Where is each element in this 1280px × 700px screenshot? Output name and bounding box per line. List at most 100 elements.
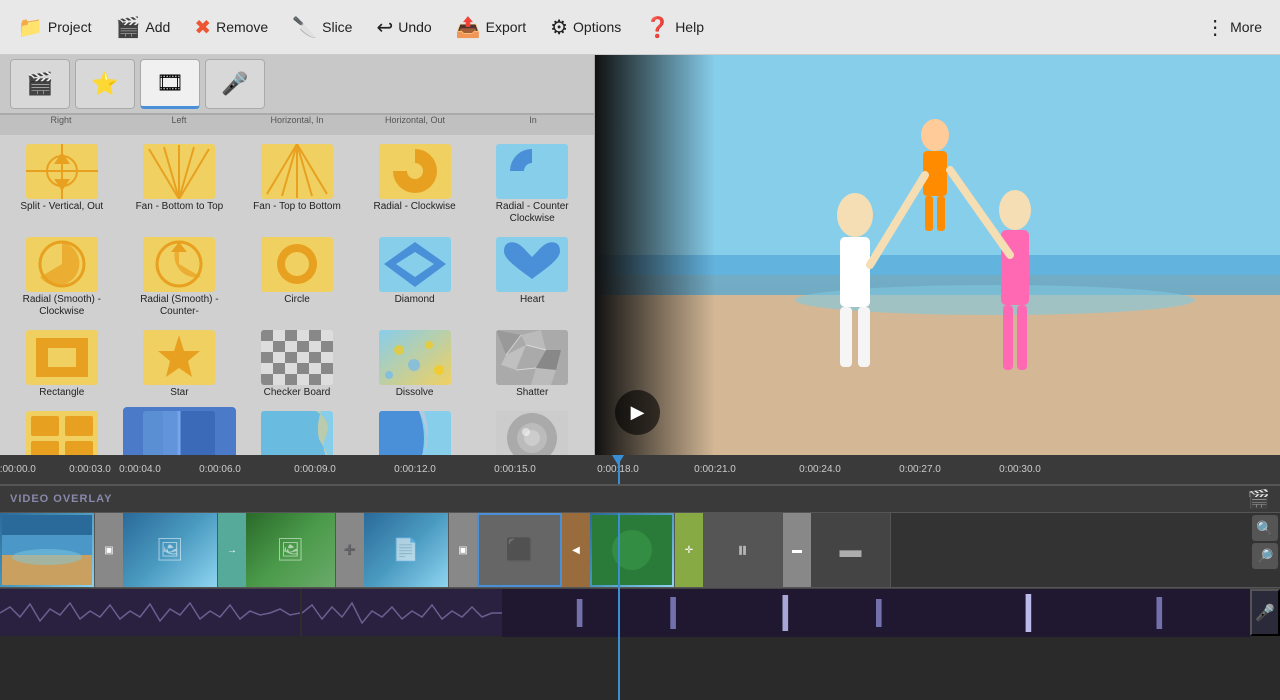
cat-left: Left xyxy=(120,115,238,135)
cat-h-out: Horizontal, Out xyxy=(356,115,474,135)
clip-3[interactable]: 🖼 xyxy=(246,513,336,587)
transition-split-vertical-out[interactable]: Split - Vertical, Out xyxy=(5,140,119,229)
transition-1[interactable]: ▣ xyxy=(95,513,123,587)
transition-circle[interactable]: Circle xyxy=(240,233,354,322)
overlay-icon: 🎬 xyxy=(1248,489,1270,510)
time-mark-21: 0:00:21.0 xyxy=(694,464,736,475)
time-mark-0: 0:00:00.0 xyxy=(0,464,36,475)
clip-1[interactable] xyxy=(0,513,95,587)
transition-star[interactable]: Star xyxy=(123,326,237,403)
transition-fan-bottom-top-label: Fan - Bottom to Top xyxy=(136,201,224,213)
transition-fan-top-bottom[interactable]: Fan - Top to Bottom xyxy=(240,140,354,229)
transition-radial-smooth-cw-label: Radial (Smooth) - Clockwise xyxy=(7,294,117,318)
transition-shatter[interactable]: Shatter xyxy=(475,326,589,403)
transition-dissolve[interactable]: Dissolve xyxy=(358,326,472,403)
help-label: Help xyxy=(675,19,704,35)
transition-circle-label: Circle xyxy=(284,294,310,306)
slice-button[interactable]: 🔪 Slice xyxy=(282,9,362,46)
add-button[interactable]: 🎬 Add xyxy=(105,9,180,46)
time-mark-4: 0:00:04.0 xyxy=(119,464,161,475)
overlay-label: VIDEO OVERLAY xyxy=(10,493,112,505)
transition-4[interactable]: ▣ xyxy=(449,513,477,587)
transition-split-vertical-out-label: Split - Vertical, Out xyxy=(20,201,103,213)
time-cursor-marker[interactable] xyxy=(618,455,620,484)
time-mark-27: 0:00:27.0 xyxy=(899,464,941,475)
main-video-track: ▣ 🖼 → 🖼 ➕ 📄 ▣ ⬛ ◀ xyxy=(0,513,1280,588)
slice-label: Slice xyxy=(322,19,352,35)
audio-mic-button[interactable]: 🎤 xyxy=(1250,589,1280,636)
transition-radial-smooth-cw[interactable]: Radial (Smooth) - Clockwise xyxy=(5,233,119,322)
audio-waveform-right xyxy=(502,589,1250,636)
clip-4[interactable]: 📄 xyxy=(364,513,449,587)
slice-icon: 🔪 xyxy=(292,15,317,40)
preview-canvas: ▶ xyxy=(595,55,1280,455)
left-panel: 🎬 ⭐ 🎞 🎤 Right Left Horizontal, In Horizo… xyxy=(0,55,595,455)
transition-roll[interactable]: Roll xyxy=(358,407,472,455)
transition-dissolve-label: Dissolve xyxy=(396,387,434,399)
more-button[interactable]: ⋮ More xyxy=(1195,9,1272,46)
video-overlay-bar: VIDEO OVERLAY 🎬 xyxy=(0,485,1280,513)
time-mark-30: 0:00:30.0 xyxy=(999,464,1041,475)
help-button[interactable]: ❓ Help xyxy=(635,9,714,46)
time-mark-24: 0:00:24.0 xyxy=(799,464,841,475)
transition-7[interactable]: ▬ xyxy=(783,513,811,587)
add-icon: 🎬 xyxy=(115,15,140,40)
time-ruler: 0:00:00.0 0:00:03.0 0:00:04.0 0:00:06.0 … xyxy=(0,455,1280,485)
transition-radial-counter[interactable]: Radial - Counter Clockwise xyxy=(475,140,589,229)
zoom-in-btn[interactable]: 🔍 xyxy=(1252,515,1278,541)
tab-effects[interactable]: 🎬 xyxy=(10,59,70,109)
transition-rectangle[interactable]: Rectangle xyxy=(5,326,119,403)
options-button[interactable]: ⚙ Options xyxy=(540,9,631,46)
time-mark-3: 0:00:03.0 xyxy=(69,464,111,475)
transition-5[interactable]: ◀ xyxy=(562,513,590,587)
track-container: ▣ 🖼 → 🖼 ➕ 📄 ▣ ⬛ ◀ xyxy=(0,513,1280,700)
export-button[interactable]: 📤 Export xyxy=(446,9,536,46)
time-mark-15: 0:00:15.0 xyxy=(494,464,536,475)
zoom-out-btn[interactable]: 🔎 xyxy=(1252,543,1278,569)
transition-star-label: Star xyxy=(170,387,188,399)
clip-7[interactable]: ⏸ xyxy=(703,513,783,587)
play-button[interactable]: ▶ xyxy=(615,390,660,435)
transition-page-curl[interactable]: Page Curl xyxy=(240,407,354,455)
tab-transitions[interactable]: 🎞 xyxy=(140,59,200,109)
timeline-tools: 🔍 🔎 xyxy=(1250,513,1280,571)
preview-panel: ▶ xyxy=(595,55,1280,455)
transition-fan-bottom-top[interactable]: Fan - Bottom to Top xyxy=(123,140,237,229)
transition-checker-board[interactable]: Checker Board xyxy=(240,326,354,403)
tab-audio[interactable]: 🎤 xyxy=(205,59,265,109)
undo-icon: ↩ xyxy=(376,15,393,40)
transition-heart[interactable]: Heart xyxy=(475,233,589,322)
add-label: Add xyxy=(145,19,170,35)
transition-radial-clockwise[interactable]: Radial - Clockwise xyxy=(358,140,472,229)
remove-button[interactable]: ✖ Remove xyxy=(184,9,278,46)
transition-2[interactable]: → xyxy=(218,513,246,587)
export-icon: 📤 xyxy=(456,15,481,40)
clip-5[interactable]: ⬛ xyxy=(477,513,562,587)
help-icon: ❓ xyxy=(645,15,670,40)
transition-squares[interactable]: Squares xyxy=(5,407,119,455)
timeline-cursor-line xyxy=(618,513,620,700)
time-mark-12: 0:00:12.0 xyxy=(394,464,436,475)
undo-button[interactable]: ↩ Undo xyxy=(366,9,441,46)
options-label: Options xyxy=(573,19,621,35)
clip-2[interactable]: 🖼 xyxy=(123,513,218,587)
transition-radial-smooth-ccw[interactable]: Radial (Smooth) - Counter- xyxy=(123,233,237,322)
clip-6[interactable] xyxy=(590,513,675,587)
transition-3[interactable]: ➕ xyxy=(336,513,364,587)
remove-label: Remove xyxy=(216,19,268,35)
tab-favorites[interactable]: ⭐ xyxy=(75,59,135,109)
transition-6[interactable]: ✛ xyxy=(675,513,703,587)
transition-rectangle-label: Rectangle xyxy=(39,387,84,399)
toolbar: 📁 Project 🎬 Add ✖ Remove 🔪 Slice ↩ Undo … xyxy=(0,0,1280,55)
transition-checker-board-label: Checker Board xyxy=(264,387,331,399)
cat-h-in: Horizontal, In xyxy=(238,115,356,135)
timeline-area: 0:00:00.0 0:00:03.0 0:00:04.0 0:00:06.0 … xyxy=(0,455,1280,700)
more-icon: ⋮ xyxy=(1205,15,1225,40)
export-label: Export xyxy=(486,19,526,35)
time-mark-6: 0:00:06.0 xyxy=(199,464,241,475)
clip-8[interactable]: ▬ xyxy=(811,513,891,587)
transition-diamond[interactable]: Diamond xyxy=(358,233,472,322)
project-button[interactable]: 📁 Project xyxy=(8,9,101,46)
transition-flip[interactable]: Flip xyxy=(123,407,237,455)
transition-zoom[interactable]: Zoom xyxy=(475,407,589,455)
